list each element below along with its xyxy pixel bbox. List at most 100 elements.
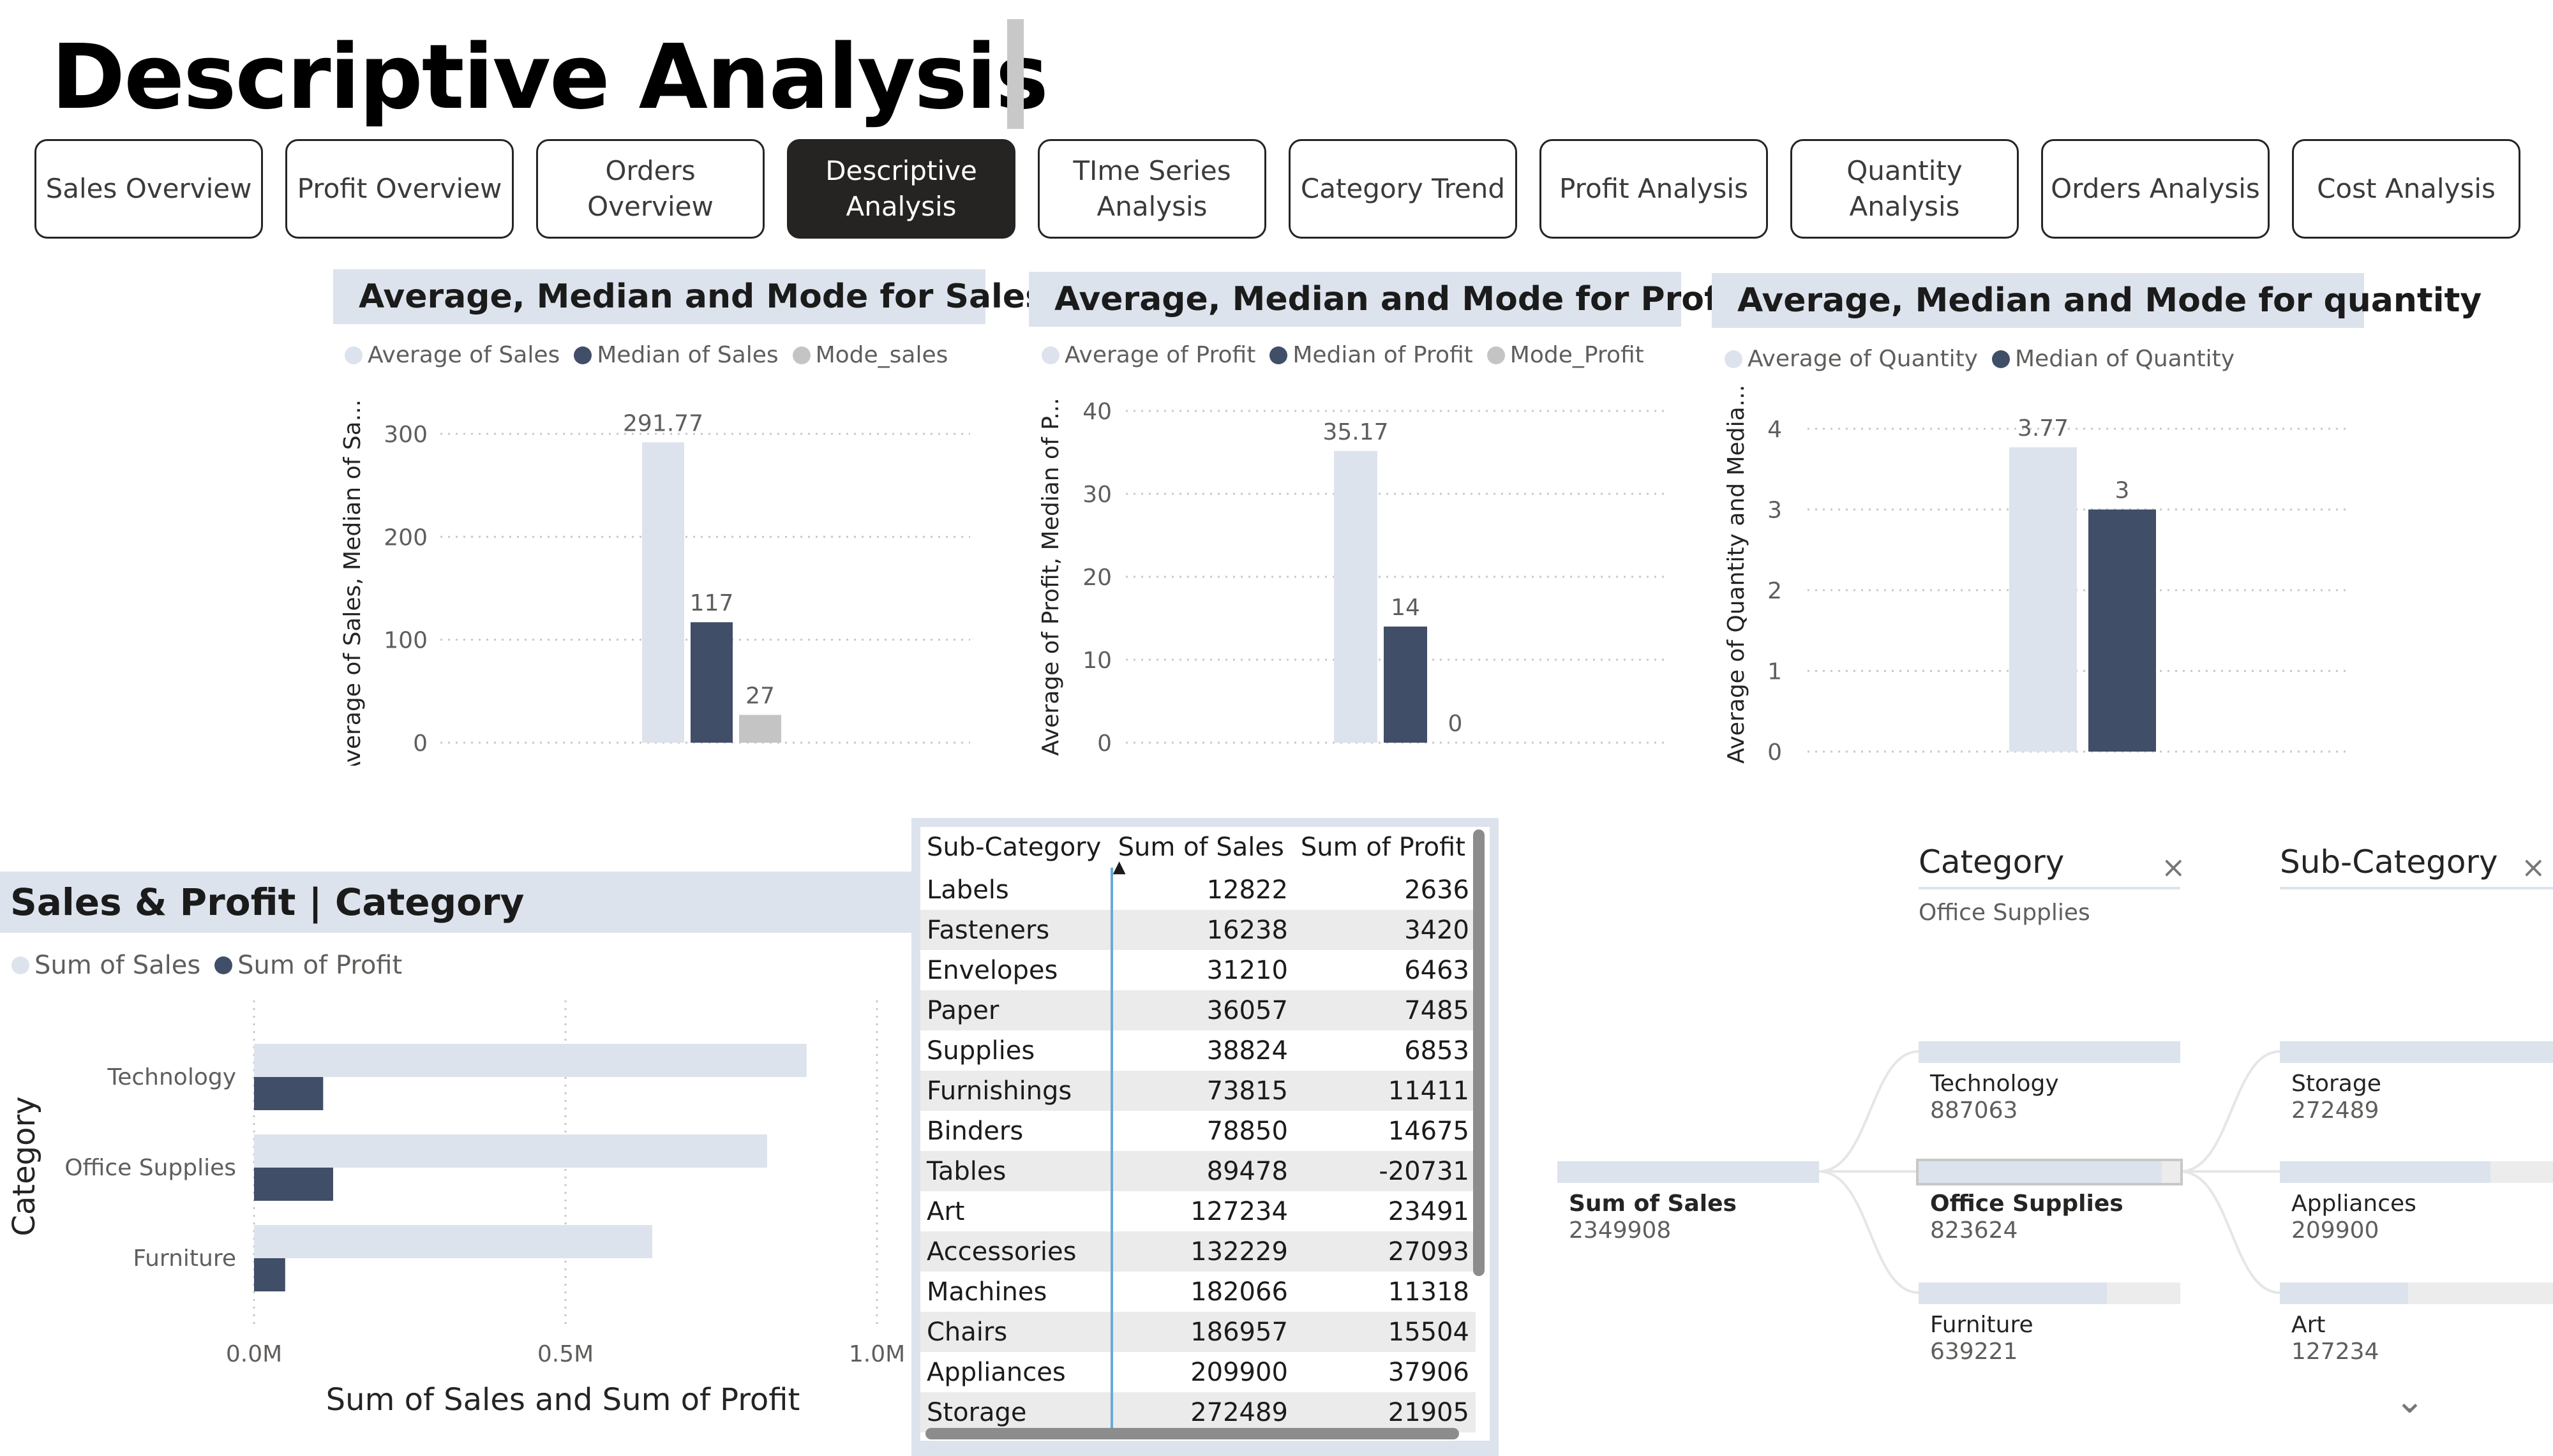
- nav-button-orders-overview[interactable]: Orders Overview: [536, 139, 765, 239]
- tree-node-bar[interactable]: [2280, 1041, 2553, 1063]
- tree-root-value: 2349908: [1569, 1217, 1672, 1244]
- bar[interactable]: [2009, 447, 2077, 752]
- bar[interactable]: [642, 442, 684, 743]
- legend-marker: [1725, 350, 1742, 368]
- y-axis-label: Average of Quantity and Media...: [1723, 385, 1749, 764]
- nav-button-descriptive-analysis[interactable]: Descriptive Analysis: [787, 139, 1015, 239]
- bar[interactable]: [254, 1258, 285, 1291]
- tree-node-label: Technology: [1930, 1071, 2059, 1097]
- tree-node-label: Art: [2291, 1312, 2326, 1338]
- tree-node-label: Office Supplies: [1930, 1191, 2123, 1217]
- legend-item[interactable]: Sum of Profit: [214, 951, 402, 980]
- tree-node-fill: [2280, 1161, 2490, 1183]
- table-horizontal-scrollbar[interactable]: [925, 1428, 1459, 1439]
- cell-subcategory: Furnishings: [920, 1071, 1113, 1111]
- cell-subcategory: Tables: [920, 1151, 1113, 1191]
- cell-sales: 31210: [1111, 950, 1294, 990]
- table-row[interactable]: Chairs 186957 15504: [920, 1312, 1476, 1352]
- category-tick-label: Furniture: [133, 1245, 236, 1272]
- category-tick-label: Technology: [107, 1064, 236, 1090]
- legend-item[interactable]: Sum of Sales: [11, 951, 200, 980]
- bar[interactable]: [739, 715, 781, 743]
- bar[interactable]: [254, 1077, 324, 1110]
- data-label: 0: [1448, 711, 1463, 737]
- legend-item[interactable]: Median of Sales: [574, 342, 779, 368]
- table-vertical-scrollbar[interactable]: [1473, 829, 1485, 1276]
- tree-root-bar[interactable]: [1557, 1161, 1819, 1183]
- tree-node-bar[interactable]: [2280, 1161, 2553, 1183]
- table-row[interactable]: Furnishings 73815 11411: [920, 1071, 1476, 1111]
- chevron-down-icon[interactable]: ⌄: [2395, 1383, 2425, 1419]
- table-row[interactable]: Machines 182066 11318: [920, 1272, 1476, 1312]
- sales-stats-chart-title: Average, Median and Mode for Sales: [333, 269, 1045, 324]
- tree-node-bar[interactable]: [1919, 1041, 2180, 1063]
- column-header-profit[interactable]: Sum of Profit: [1294, 827, 1476, 870]
- category-tick-label: Office Supplies: [64, 1155, 236, 1181]
- table-row[interactable]: Fasteners 16238 3420: [920, 910, 1476, 950]
- bar[interactable]: [254, 1225, 652, 1258]
- column-header-subcategory[interactable]: Sub-Category: [920, 827, 1112, 870]
- nav-button-profit-analysis[interactable]: Profit Analysis: [1539, 139, 1768, 239]
- x-axis-label: Sum of Sales and Sum of Profit: [326, 1382, 800, 1418]
- nav-button-time-series-analysis[interactable]: TIme Series Analysis: [1038, 139, 1266, 239]
- bar[interactable]: [691, 622, 733, 743]
- y-tick-label: 40: [1082, 399, 1112, 425]
- cell-sales: 38824: [1111, 1030, 1294, 1071]
- legend-item[interactable]: Median of Profit: [1269, 342, 1473, 368]
- tree-node-bar[interactable]: [1919, 1282, 2180, 1304]
- legend-label: Sum of Sales: [34, 951, 201, 980]
- bar[interactable]: [1334, 450, 1377, 743]
- legend-item[interactable]: Average of Profit: [1042, 342, 1255, 368]
- legend-label: Average of Quantity: [1748, 346, 1978, 372]
- tree-node-fill: [2280, 1041, 2553, 1063]
- table-row[interactable]: Paper 36057 7485: [920, 990, 1476, 1030]
- nav-button-orders-analysis[interactable]: Orders Analysis: [2041, 139, 2270, 239]
- legend-label: Sum of Profit: [237, 951, 403, 980]
- table-row[interactable]: Labels 12822 2636: [920, 868, 1476, 910]
- bar[interactable]: [2088, 509, 2156, 752]
- cell-profit: 6853: [1294, 1030, 1476, 1071]
- table-row[interactable]: Appliances 209900 37906: [920, 1352, 1476, 1392]
- cell-sales: 132229: [1111, 1231, 1294, 1272]
- close-icon[interactable]: ×: [2521, 850, 2546, 884]
- nav-button-profit-overview[interactable]: Profit Overview: [285, 139, 514, 239]
- column-header-sales-label: Sum of Sales: [1118, 833, 1284, 862]
- tree-category-header: Category: [1919, 843, 2065, 880]
- data-label: 3: [2115, 478, 2130, 504]
- table-row[interactable]: Accessories 132229 27093: [920, 1231, 1476, 1272]
- legend-item[interactable]: Average of Sales: [345, 342, 560, 368]
- table-row[interactable]: Envelopes 31210 6463: [920, 950, 1476, 990]
- table-row[interactable]: Art 127234 23491: [920, 1191, 1476, 1231]
- bar[interactable]: [254, 1168, 333, 1201]
- nav-button-quantity-analysis[interactable]: Quantity Analysis: [1790, 139, 2019, 239]
- legend-label: Mode_Profit: [1509, 342, 1644, 368]
- bar[interactable]: [1384, 627, 1427, 743]
- cell-sales: 16238: [1111, 910, 1294, 950]
- column-header-sales[interactable]: Sum of Sales ▲: [1111, 827, 1294, 877]
- table-row[interactable]: Tables 89478 -20731: [920, 1151, 1476, 1191]
- cell-subcategory: Labels: [920, 868, 1113, 910]
- legend-item[interactable]: Mode_sales: [792, 342, 948, 368]
- nav-button-cost-analysis[interactable]: Cost Analysis: [2292, 139, 2520, 239]
- cell-profit: 11318: [1294, 1272, 1476, 1312]
- tree-node-bar[interactable]: [1916, 1159, 2183, 1185]
- cell-subcategory: Paper: [920, 990, 1113, 1030]
- data-label: 117: [690, 590, 734, 616]
- legend-marker: [1486, 346, 1505, 364]
- bar[interactable]: [254, 1134, 767, 1168]
- tree-node-value: 127234: [2291, 1339, 2379, 1365]
- subcategory-table[interactable]: Sub-Category Sum of Sales ▲ Sum of Profi…: [920, 827, 1490, 1441]
- legend-item[interactable]: Median of Quantity: [1991, 346, 2235, 372]
- legend-item[interactable]: Mode_Profit: [1486, 342, 1644, 368]
- nav-button-category-trend[interactable]: Category Trend: [1289, 139, 1517, 239]
- table-row[interactable]: Storage 272489 21905: [920, 1392, 1476, 1432]
- table-row[interactable]: Supplies 38824 6853: [920, 1030, 1476, 1071]
- legend-marker: [214, 956, 233, 974]
- tree-node-bar[interactable]: [2280, 1282, 2553, 1304]
- bar[interactable]: [254, 1044, 807, 1077]
- table-row[interactable]: Binders 78850 14675: [920, 1111, 1476, 1151]
- nav-button-sales-overview[interactable]: Sales Overview: [34, 139, 263, 239]
- legend-item[interactable]: Average of Quantity: [1725, 346, 1978, 372]
- title-accent-bar: [1007, 19, 1024, 129]
- close-icon[interactable]: ×: [2161, 850, 2186, 884]
